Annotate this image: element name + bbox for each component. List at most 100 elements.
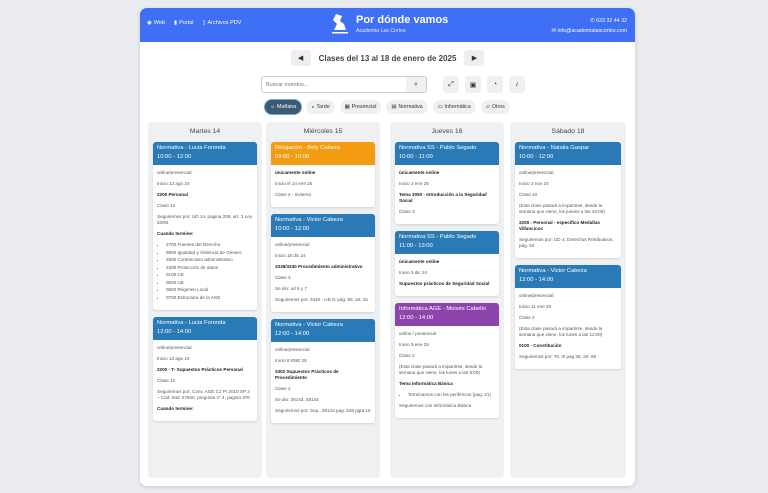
app-title: Por dónde vamos [356, 14, 449, 26]
event-line: Inicio 2 nov 24 [519, 181, 549, 186]
event-line: Seguiremos por: Tit. III pag 36, art. 69 [519, 354, 597, 359]
event-line: Seguiremos por: Conv. AGE C1 PI 2010 SP … [157, 388, 250, 400]
sunset-icon: ◒ [311, 104, 315, 110]
expand-button[interactable]: ⤢ [443, 76, 459, 93]
event-line: Clase 2 [399, 353, 415, 358]
event-card[interactable]: Normativa - Lucia Foronda 10:00 - 12:00 on… [153, 142, 257, 310]
event-body: únicamente online Inicio el 14 ene 25 Clas… [271, 165, 375, 207]
search-box: ⌕ [261, 76, 427, 93]
calendar-icon: ▣ [469, 81, 477, 89]
day-column: Jueves 16 Normativa SS - Pablo Segado 10:0… [390, 122, 504, 478]
event-line: (Esta clase pasará a impartirse, desde l… [399, 364, 483, 375]
event-card[interactable]: Normativa - Victor Cabeza 10:00 - 12:00 on… [271, 214, 375, 312]
event-card[interactable]: Normativa SS - Pablo Segado 11:00 - 13:00… [395, 231, 499, 296]
filter-label: Presencial [351, 104, 377, 110]
day-header: Sábado 18 [551, 128, 585, 135]
chevron-left-icon: ◀ [297, 55, 304, 62]
event-title: Informática AGE - Moisés Cabello [399, 306, 486, 312]
event-line: online/presencial [157, 344, 192, 350]
filter-tarde[interactable]: ◒ Tarde [306, 100, 335, 114]
search-button[interactable]: ⌕ [406, 77, 426, 92]
filter-normativa[interactable]: ▤ Normativa [386, 100, 428, 114]
search-input[interactable] [262, 77, 406, 92]
event-line: Inicio 8 ENE 25 [275, 358, 307, 363]
event-list: 2700 Fuentes del Derecho 9900 Igualdad y … [166, 242, 253, 301]
archivos-link[interactable]: ▯ Archivos PDV [202, 20, 241, 26]
week-columns: Martes 14 Normativa - Lucia Foronda 10:00 … [148, 122, 626, 478]
expand-icon: ⤢ [448, 80, 454, 88]
event-list-item: 9900 Igualdad y Violencia de Género [166, 250, 253, 256]
event-card[interactable]: Informática AGE - Moisés Cabello 12:00 - … [395, 303, 499, 418]
event-list-item: Terminamos con los periféricos (pag. 21) [408, 392, 495, 398]
event-card[interactable]: Normativa - Victor Cabeza 12:00 - 14:00 on… [271, 319, 375, 423]
event-line: Clase 2 [275, 386, 291, 391]
event-line: únicamente online [399, 170, 440, 175]
event-body: online/presencial Inicio 8 ENE 25 3302 Sup… [271, 342, 375, 423]
monitor-icon: ▭ [437, 104, 443, 110]
event-header: Normativa - Lucia Foronda 12:00 - 14:00 [153, 316, 257, 340]
file-icon: ▯ [202, 20, 206, 26]
event-line: online/presencial [157, 170, 192, 175]
phone[interactable]: ✆ 633 32 44 32 [552, 16, 627, 26]
event-card[interactable]: Normativa - Natalia Gaspar 10:00 - 12:00 o… [515, 142, 621, 258]
event-line: Tema 3050 - Introducción a la Seguridad … [399, 192, 487, 203]
event-title: Normativa - Lucia Foronda [157, 145, 226, 151]
event-line: 3302 Supuestos Prácticos de Procedimient… [275, 369, 339, 380]
notifications-button[interactable]: ♪ [509, 76, 525, 93]
event-header: Normativa - Victor Cabeza 12:00 - 14:00 [271, 319, 375, 342]
event-header: Normativa - Victor Cabeza 10:00 - 12:00 [271, 214, 375, 237]
event-title: Normativa SS - Pablo Segado [399, 234, 477, 240]
email[interactable]: ✉ info@academialascortes.com [552, 26, 627, 36]
day-column: Martes 14 Normativa - Lucia Foronda 10:00 … [148, 122, 262, 478]
event-card[interactable]: Normativa - Victor Cabeza 12:00 - 14:00 on… [515, 265, 621, 369]
event-body: online/presencial Inicio 2 nov 24 Clase 10… [515, 165, 621, 258]
event-list: Terminamos con los periféricos (pag. 21) [408, 392, 495, 398]
search-row: ⌕ ⤢ ▣ ◔ ♪ [261, 76, 525, 93]
event-title: Normativa - Victor Cabeza [519, 268, 587, 274]
event-line: online/presencial [275, 242, 310, 247]
event-list-item: 2600 Contencioso administrativo [166, 257, 253, 263]
event-line: Inicio 2 ene 25 [399, 181, 429, 186]
day-header: Martes 14 [189, 128, 221, 135]
filter-presencial[interactable]: ▦ Presencial [339, 100, 382, 114]
event-header: Normativa SS - Pablo Segado 10:00 - 11:00 [395, 142, 499, 165]
app-window: ◉ Web ▮ Portal ▯ Archivos PDV Por dónde vam… [140, 8, 635, 486]
event-line: Inicio 9 ene 25 [399, 342, 429, 347]
event-body: únicamente online Inicio 2 ene 25 Tema 305… [395, 165, 499, 224]
event-card[interactable]: Normativa - Lucia Foronda 12:00 - 14:00 on… [153, 316, 257, 421]
event-time: 12:00 - 14:00 [157, 328, 192, 335]
event-line: 2200 - Personal - específico Medallas Vi… [519, 220, 600, 231]
phone-number: 633 32 44 32 [596, 18, 627, 24]
day-header: Jueves 16 [431, 128, 463, 135]
event-line: Cuando termine: [157, 231, 194, 236]
event-body: online/presencial Inicio 13 ago 24 2200 Pe… [153, 165, 257, 310]
calendar-button[interactable]: ▣ [465, 76, 481, 93]
event-time: 12:00 - 14:00 [275, 331, 310, 337]
search-icon: ⌕ [414, 80, 418, 88]
event-line: Se dio: 28143, 28144 [275, 397, 319, 402]
event-card[interactable]: Normativa SS - Pablo Segado 10:00 - 11:00… [395, 142, 499, 224]
event-line: online/presencial [519, 170, 554, 175]
event-time: 10:00 - 11:00 [399, 154, 433, 160]
filter-label: Mañana [277, 104, 297, 110]
event-time: 09:00 - 10:00 [275, 154, 310, 160]
prev-week-button[interactable]: ◀ [290, 50, 311, 66]
event-list-item: 2300 Protección de datos [166, 265, 253, 271]
event-line: 3339/3340 Procedimiento administrativo [275, 264, 363, 269]
globe-icon: ◉ [147, 20, 152, 26]
web-link[interactable]: ◉ Web [147, 20, 165, 26]
filter-informática[interactable]: ▭ Informática [432, 100, 476, 114]
portal-link[interactable]: ▮ Portal [174, 20, 193, 26]
event-line: Clase 10 [519, 192, 538, 197]
filter-mañana[interactable]: ☼ Mañana [265, 100, 302, 114]
sun-icon: ☼ [270, 104, 276, 110]
app-subtitle: Academia Las Cortes [356, 28, 406, 34]
next-week-button[interactable]: ▶ [464, 50, 485, 66]
history-button[interactable]: ◔ [487, 76, 503, 93]
brand: Por dónde vamos Academia Las Cortes [330, 12, 448, 36]
event-line: Seguiremos por: Sup., 28144 pag. 548 pgt… [275, 408, 371, 413]
event-card[interactable]: Relajación - Bely Cabeza 09:00 - 10:00 úni… [271, 142, 375, 207]
event-time: 10:00 - 12:00 [275, 226, 310, 232]
event-title: Normativa - Victor Cabeza [275, 322, 343, 328]
filter-otros[interactable]: ▱ Otros [480, 100, 510, 114]
